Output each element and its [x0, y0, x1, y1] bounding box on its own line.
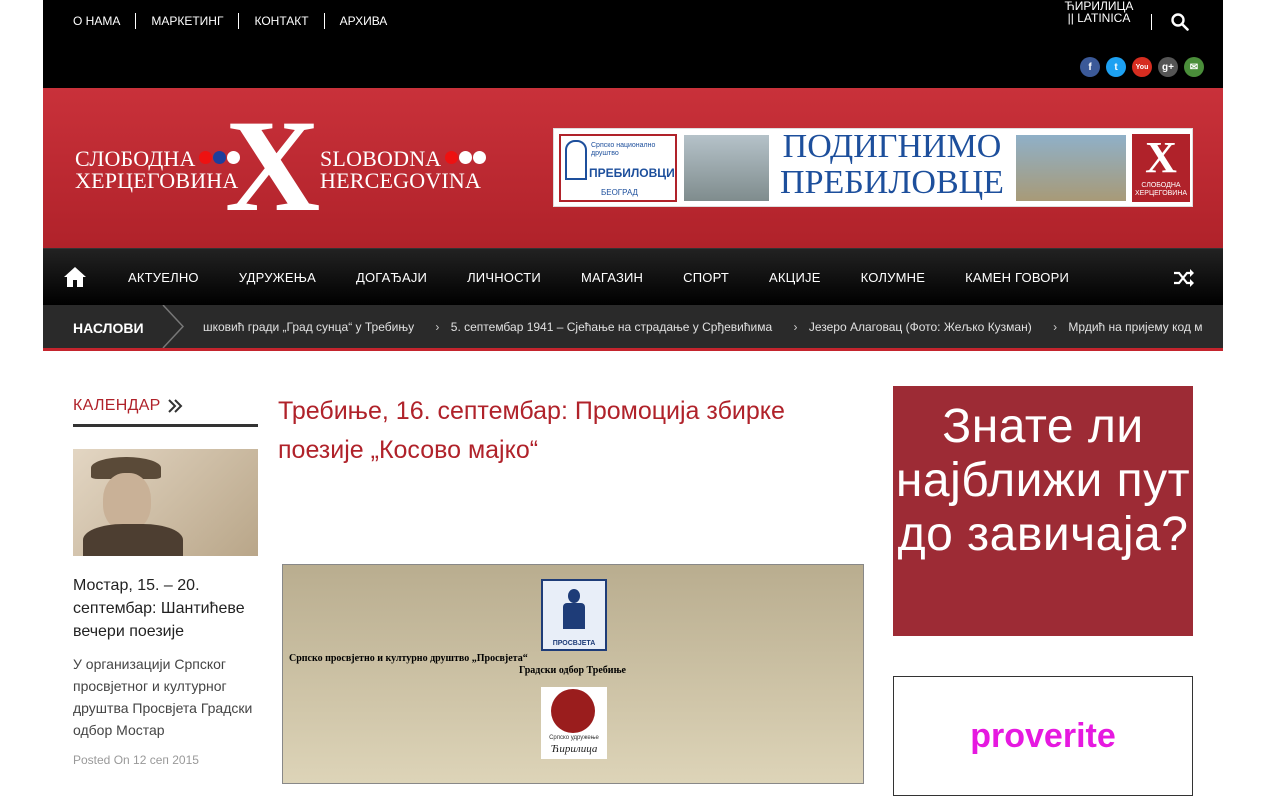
cirilica-logo: Српско удружење Ћирилица: [541, 687, 607, 759]
double-chevron-right-icon: [167, 399, 183, 413]
main-nav-items: АКТУЕЛНО УДРУЖЕЊА ДОГАЂАЈИ ЛИЧНОСТИ МАГА…: [108, 249, 1089, 306]
nav-item-kolumne[interactable]: КОЛУМНЕ: [841, 270, 945, 285]
main-nav: АКТУЕЛНО УДРУЖЕЊА ДОГАЂАЈИ ЛИЧНОСТИ МАГА…: [43, 248, 1223, 305]
site-logo[interactable]: СЛОБОДНА ХЕРЦЕГОВИНА X SLOBODNA HERCEGOV…: [73, 100, 493, 232]
divider: [1151, 14, 1152, 30]
top-nav-marketing[interactable]: МАРКЕТИНГ: [135, 13, 238, 29]
nav-item-sport[interactable]: СПОРТ: [663, 270, 749, 285]
logo-x: X: [225, 92, 321, 239]
calendar-article-meta: Posted On 12 сеп 2015: [73, 753, 199, 767]
logo-text-cyr-1: СЛОБОДНА: [75, 146, 196, 171]
logo-dots: [445, 151, 487, 164]
sidebar-ads: Знате ли најближи пут до завичаја? prove…: [893, 386, 1193, 796]
article-poster-image[interactable]: ПРОСВЈЕТА Српско просвјетно и културно д…: [282, 564, 864, 784]
banner-left-small: Српско национално друштво: [591, 142, 656, 157]
nav-item-aktuelno[interactable]: АКТУЕЛНО: [108, 270, 219, 285]
logo-text-lat-1: SLOBODNA: [320, 146, 442, 171]
header-banner-ad[interactable]: Српско национално друштво ПРЕБИЛОВЦИ БЕО…: [553, 128, 1193, 207]
ticker-item[interactable]: 5. септембар 1941 – Сјећање на страдање …: [451, 320, 772, 334]
banner-left-big: ПРЕБИЛОВЦИ: [589, 166, 675, 180]
top-nav-contact[interactable]: КОНТАКТ: [238, 13, 323, 29]
top-bar: О НАМА МАРКЕТИНГ КОНТАКТ АРХИВА ЋИРИЛИЦА…: [43, 0, 1223, 88]
logo-text-cyr-2: ХЕРЦЕГОВИНА: [75, 168, 239, 193]
language-switcher: ЋИРИЛИЦА || LATINICA: [1063, 0, 1135, 24]
ticker-separator-icon: ›: [1053, 320, 1058, 334]
ticker-arrow-icon: [162, 305, 185, 348]
ticker-items: шковић гради „Град сунца“ у Требињу › 5.…: [203, 320, 1203, 334]
homeland-ad[interactable]: Знате ли најближи пут до завичаја?: [893, 386, 1193, 636]
poster-line-2: Градски одбор Требиње: [519, 665, 626, 676]
nav-item-akcije[interactable]: АКЦИЈЕ: [749, 270, 841, 285]
ticker-separator-icon: ›: [435, 320, 440, 334]
nav-item-magazin[interactable]: МАГАЗИН: [561, 270, 663, 285]
news-ticker: НАСЛОВИ шковић гради „Град сунца“ у Треб…: [43, 305, 1223, 351]
shuffle-icon[interactable]: [1173, 268, 1195, 288]
prosvjeta-logo: ПРОСВЈЕТА: [541, 579, 607, 651]
nav-item-dogadjaji[interactable]: ДОГАЂАЈИ: [336, 270, 447, 285]
calendar-article-title[interactable]: Мостар, 15. – 20. септембар: Шантићеве в…: [73, 574, 258, 643]
google-plus-icon[interactable]: g+: [1158, 57, 1178, 77]
top-nav-archive[interactable]: АРХИВА: [323, 13, 403, 29]
banner-prebilovci-logo: Српско национално друштво ПРЕБИЛОВЦИ БЕО…: [559, 134, 677, 202]
logo-text-lat-2: HERCEGOVINA: [320, 168, 482, 193]
calendar-article-excerpt: У организацији Српског просвјетног и кул…: [73, 656, 253, 738]
banner-church-photo: [1016, 135, 1126, 201]
article: Требиње, 16. септембар: Промоција збирке…: [278, 392, 868, 784]
ticker-item[interactable]: Мрдић на пријему код м: [1068, 320, 1202, 334]
site-header: СЛОБОДНА ХЕРЦЕГОВИНА X SLOBODNA HERCEGOV…: [43, 88, 1223, 248]
proverite-ad[interactable]: proverite: [893, 676, 1193, 796]
search-icon[interactable]: [1171, 13, 1189, 31]
top-nav-about[interactable]: О НАМА: [73, 13, 135, 29]
social-links: f t You g+ ✉: [1080, 57, 1204, 77]
article-title: Требиње, 16. септембар: Промоција збирке…: [278, 397, 785, 464]
youtube-icon[interactable]: You: [1132, 57, 1152, 77]
banner-church-model-image: [684, 135, 769, 201]
calendar-title[interactable]: КАЛЕНДАР: [73, 394, 258, 418]
nav-item-kamen-govori[interactable]: КАМЕН ГОВОРИ: [945, 270, 1089, 285]
ticker-separator-icon: ›: [793, 320, 798, 334]
nav-item-licnosti[interactable]: ЛИЧНОСТИ: [447, 270, 561, 285]
article-thumbnail[interactable]: [73, 449, 258, 556]
home-icon[interactable]: [63, 265, 87, 289]
lang-latin[interactable]: || LATINICA: [1063, 12, 1135, 24]
poster-line-1: Српско просвјетно и културно друштво „Пр…: [289, 653, 528, 664]
ticker-item[interactable]: шковић гради „Град сунца“ у Требињу: [203, 320, 414, 334]
banner-headline: ПОДИГНИМО ПРЕБИЛОВЦЕ: [780, 128, 1004, 201]
top-nav: О НАМА МАРКЕТИНГ КОНТАКТ АРХИВА: [73, 13, 402, 29]
divider: [73, 424, 258, 427]
facebook-icon[interactable]: f: [1080, 57, 1100, 77]
twitter-icon[interactable]: t: [1106, 57, 1126, 77]
ticker-item[interactable]: Језеро Алаговац (Фото: Жељко Кузман): [809, 320, 1032, 334]
email-icon[interactable]: ✉: [1184, 57, 1204, 77]
ticker-label: НАСЛОВИ: [73, 320, 144, 336]
calendar-widget: КАЛЕНДАР Мостар, 15. – 20. септембар: Ша…: [73, 394, 258, 767]
banner-x-logo: X СЛОБОДНА ХЕРЦЕГОВИНА: [1132, 134, 1190, 202]
nav-item-udruzenja[interactable]: УДРУЖЕЊА: [219, 270, 336, 285]
banner-left-city: БЕОГРАД: [601, 188, 638, 197]
